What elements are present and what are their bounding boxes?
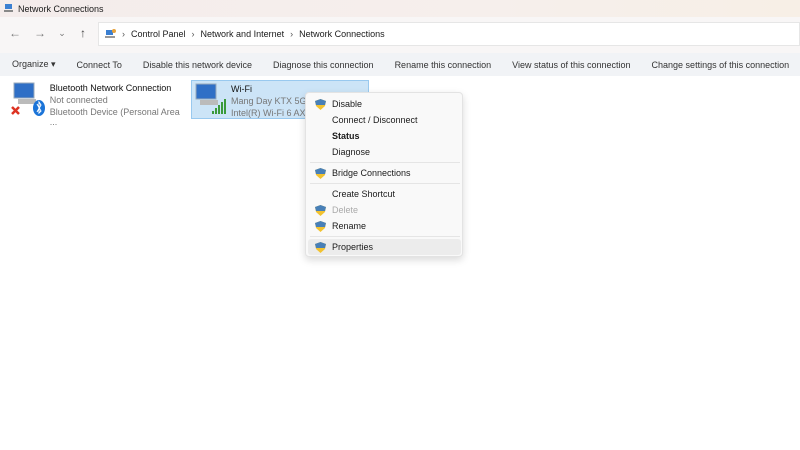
menu-item-delete: Delete: [308, 202, 461, 218]
menu-item-rename[interactable]: Rename: [308, 218, 461, 234]
menu-label: Connect / Disconnect: [332, 115, 418, 125]
change-settings-button[interactable]: Change settings of this connection: [652, 60, 790, 70]
wifi-network-icon: [195, 83, 226, 114]
menu-divider: [310, 183, 460, 184]
connection-device: Intel(R) Wi-Fi 6 AX2: [231, 108, 311, 118]
back-arrow-icon[interactable]: ←: [8, 26, 22, 40]
title-bar: Network Connections: [0, 0, 800, 17]
chevron-right-icon: ›: [122, 29, 125, 39]
uac-shield-icon: [315, 168, 326, 179]
menu-item-status[interactable]: Status: [308, 128, 461, 144]
menu-item-bridge-connections[interactable]: Bridge Connections: [308, 165, 461, 181]
connection-name: Bluetooth Network Connection: [49, 83, 172, 93]
command-bar: Organize ▾ Connect To Disable this netwo…: [0, 53, 800, 76]
menu-label: Delete: [332, 205, 359, 215]
connection-bluetooth[interactable]: Bluetooth Network Connection Not connect…: [10, 80, 185, 127]
menu-item-connect-disconnect[interactable]: Connect / Disconnect: [308, 112, 461, 128]
rename-button[interactable]: Rename this connection: [395, 60, 492, 70]
menu-item-create-shortcut[interactable]: Create Shortcut: [308, 186, 461, 202]
up-arrow-icon[interactable]: ↑: [76, 26, 90, 40]
menu-label: Bridge Connections: [332, 168, 411, 178]
organize-button[interactable]: Organize ▾: [12, 59, 56, 70]
uac-shield-icon: [315, 242, 326, 253]
context-menu: Disable Connect / Disconnect Status Diag…: [305, 92, 463, 257]
menu-item-diagnose[interactable]: Diagnose: [308, 144, 461, 160]
menu-label: Properties: [332, 242, 374, 252]
connection-name: Wi-Fi: [231, 84, 252, 94]
chevron-right-icon: ›: [191, 29, 195, 39]
breadcrumb-control-panel[interactable]: Control Panel: [131, 29, 186, 39]
view-status-button[interactable]: View status of this connection: [512, 60, 630, 70]
recent-chevron-down-icon[interactable]: ⌄: [55, 28, 69, 39]
menu-label: Status: [332, 131, 360, 141]
window-title: Network Connections: [18, 3, 104, 14]
uac-shield-icon: [315, 221, 326, 232]
address-bar[interactable]: › Control Panel › Network and Internet ›…: [98, 22, 800, 46]
menu-item-disable[interactable]: Disable: [308, 96, 461, 112]
menu-item-properties[interactable]: Properties: [308, 239, 461, 255]
forward-arrow-icon[interactable]: →: [33, 26, 47, 40]
menu-label: Rename: [332, 221, 367, 231]
breadcrumb-network-and-internet[interactable]: Network and Internet: [201, 29, 285, 39]
breadcrumb-network-connections[interactable]: Network Connections: [299, 29, 385, 39]
menu-label: Diagnose: [332, 147, 371, 157]
uac-shield-icon: [315, 205, 326, 216]
uac-shield-icon: [315, 99, 326, 110]
network-connections-icon: [4, 4, 13, 12]
menu-label: Create Shortcut: [332, 189, 396, 199]
menu-divider: [310, 236, 460, 237]
connection-device: Bluetooth Device (Personal Area ...: [49, 107, 180, 127]
menu-label: Disable: [332, 99, 363, 109]
chevron-right-icon: ›: [290, 29, 294, 39]
diagnose-button[interactable]: Diagnose this connection: [273, 60, 374, 70]
connect-to-button[interactable]: Connect To: [77, 60, 122, 70]
menu-divider: [310, 162, 460, 163]
disable-device-button[interactable]: Disable this network device: [143, 60, 252, 70]
connection-status: Not connected: [49, 95, 108, 105]
control-panel-icon: [105, 29, 116, 38]
connection-status: Mang Day KTX 5Gh: [231, 96, 312, 106]
bluetooth-network-icon: [11, 82, 45, 116]
